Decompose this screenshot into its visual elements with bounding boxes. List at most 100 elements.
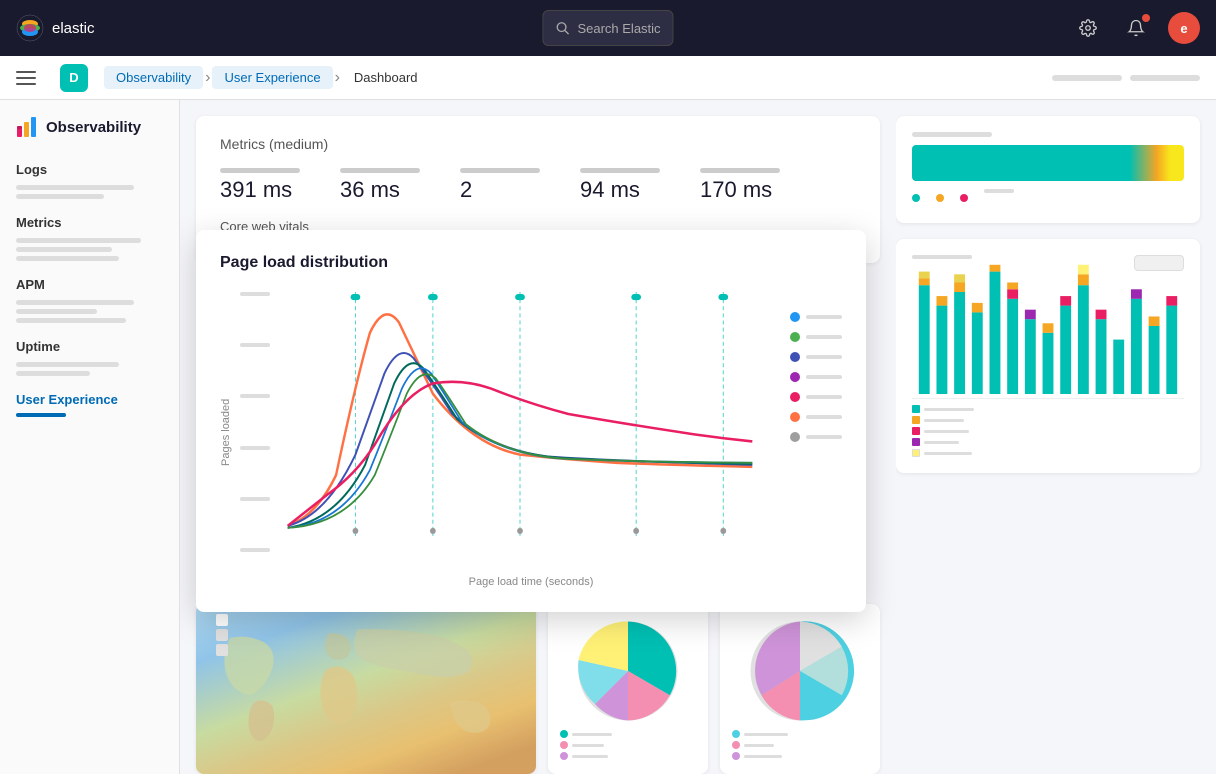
breadcrumb-item-user-experience[interactable]: User Experience	[212, 66, 332, 89]
hamburger-menu[interactable]	[16, 62, 48, 94]
sidebar-item-metrics[interactable]: Metrics	[16, 215, 163, 230]
elastic-logo-icon	[16, 14, 44, 42]
pie-card-2	[720, 604, 880, 774]
bar-legend-row-2	[912, 416, 1184, 424]
bar-legend-label-5	[924, 452, 972, 455]
metrics-panel-title: Metrics (medium)	[220, 136, 856, 152]
apm-bar-3	[16, 318, 126, 323]
right-card-barchart	[896, 239, 1200, 473]
pie-label-2-1	[744, 733, 788, 736]
search-bar[interactable]: Search Elastic	[542, 10, 673, 46]
uptime-bar-1	[16, 362, 119, 367]
notifications-button[interactable]	[1120, 12, 1152, 44]
metric-value-5: 170 ms	[700, 177, 780, 203]
pie-dot-2-1	[732, 730, 740, 738]
pie-dot-1-3	[560, 752, 568, 760]
right-card-bar	[896, 116, 1200, 223]
legend-dot-6	[790, 412, 800, 422]
bc-control-1	[1052, 75, 1122, 81]
user-avatar[interactable]: e	[1168, 12, 1200, 44]
content-area: Metrics (medium) 391 ms 36 ms 2	[180, 100, 896, 774]
ytick-6	[240, 548, 270, 552]
bar-chart-bars	[912, 279, 1184, 399]
map-placeholder	[196, 604, 536, 774]
metric-4: 94 ms	[580, 168, 660, 203]
sidebar: Observability Logs Metrics APM	[0, 100, 180, 774]
legend-text-6	[806, 415, 842, 419]
page-load-distribution-popup: Page load distribution Pages loaded	[196, 230, 866, 612]
pie-svg-2	[745, 616, 855, 726]
tab-avatar[interactable]: D	[60, 64, 88, 92]
legend-item-1	[790, 312, 842, 322]
legend-text-4	[806, 375, 842, 379]
sidebar-item-logs[interactable]: Logs	[16, 162, 163, 177]
bar-legend-color-4	[912, 438, 920, 446]
x-axis-label: Page load time (seconds)	[220, 576, 842, 588]
settings-button[interactable]	[1072, 12, 1104, 44]
pie-legend-1	[560, 730, 612, 760]
legend-text-2	[806, 335, 842, 339]
map-legend-3	[216, 644, 228, 656]
uptime-bar-2	[16, 371, 90, 376]
sidebar-section-user-experience: User Experience	[0, 384, 179, 425]
bar-legend-color-3	[912, 427, 920, 435]
legend-item-7	[790, 432, 842, 442]
sidebar-item-apm[interactable]: APM	[16, 277, 163, 292]
logs-bars	[16, 185, 163, 199]
y-axis-ticks	[240, 292, 278, 552]
legend-text-5	[806, 395, 842, 399]
breadcrumb-item-observability[interactable]: Observability	[104, 66, 203, 89]
chart-and-legend	[240, 292, 842, 572]
metric-value-2: 36 ms	[340, 177, 420, 203]
popup-title: Page load distribution	[220, 254, 842, 272]
metrics-bar-3	[16, 256, 119, 261]
ytick-4	[240, 446, 270, 450]
content-scroll: Metrics (medium) 391 ms 36 ms 2	[180, 100, 896, 774]
ytick-3	[240, 394, 270, 398]
bar-legend-row-4	[912, 438, 1184, 446]
sidebar-item-user-experience[interactable]: User Experience	[16, 392, 163, 407]
sidebar-header: Observability	[0, 116, 179, 154]
ytick-1	[240, 292, 270, 296]
legend-dot-3	[790, 352, 800, 362]
bar-legend-color-1	[912, 405, 920, 413]
logs-bar-1	[16, 185, 134, 190]
apm-bars	[16, 300, 163, 323]
metric-bar-2	[340, 168, 420, 173]
bar-legend-label-4	[924, 441, 959, 444]
breadcrumb-item-dashboard[interactable]: Dashboard	[342, 66, 430, 89]
bar-legend-color-5	[912, 449, 920, 457]
legend-dot-1	[790, 312, 800, 322]
pie-label-2-3	[744, 755, 782, 758]
bar-legend-row-5	[912, 449, 1184, 457]
pie-label-1-2	[572, 744, 604, 747]
legend-item-2	[790, 332, 842, 342]
pie-legend-2	[732, 730, 788, 760]
observability-icon	[16, 116, 38, 138]
map-legend	[216, 614, 228, 656]
metric-bar-4	[580, 168, 660, 173]
logs-bar-2	[16, 194, 104, 199]
legend-dot-4	[790, 372, 800, 382]
metrics-bar-1	[16, 238, 141, 243]
metric-3: 2	[460, 168, 540, 203]
apm-bar-2	[16, 309, 97, 314]
breadcrumb-bar: D Observability › User Experience › Dash…	[0, 56, 1216, 100]
right-card-header-bar	[912, 132, 992, 137]
pie-legend-item-2-1	[732, 730, 788, 738]
elastic-logo[interactable]: elastic	[16, 14, 95, 42]
chart-svg	[278, 292, 762, 536]
metric-value-4: 94 ms	[580, 177, 660, 203]
pie-legend-item-2-2	[732, 741, 788, 749]
pie-dot-2-3	[732, 752, 740, 760]
main-layout: Observability Logs Metrics APM	[0, 100, 1216, 774]
bar-legend-orange	[960, 189, 972, 207]
sidebar-item-uptime[interactable]: Uptime	[16, 339, 163, 354]
pie-legend-item-1-3	[560, 752, 612, 760]
search-icon	[555, 21, 569, 35]
bar-group-container	[912, 258, 1184, 394]
breadcrumb: Observability › User Experience › Dashbo…	[104, 66, 430, 89]
metrics-bar-2	[16, 247, 112, 252]
legend-text-3	[806, 355, 842, 359]
breadcrumb-sep-2: ›	[335, 69, 340, 87]
